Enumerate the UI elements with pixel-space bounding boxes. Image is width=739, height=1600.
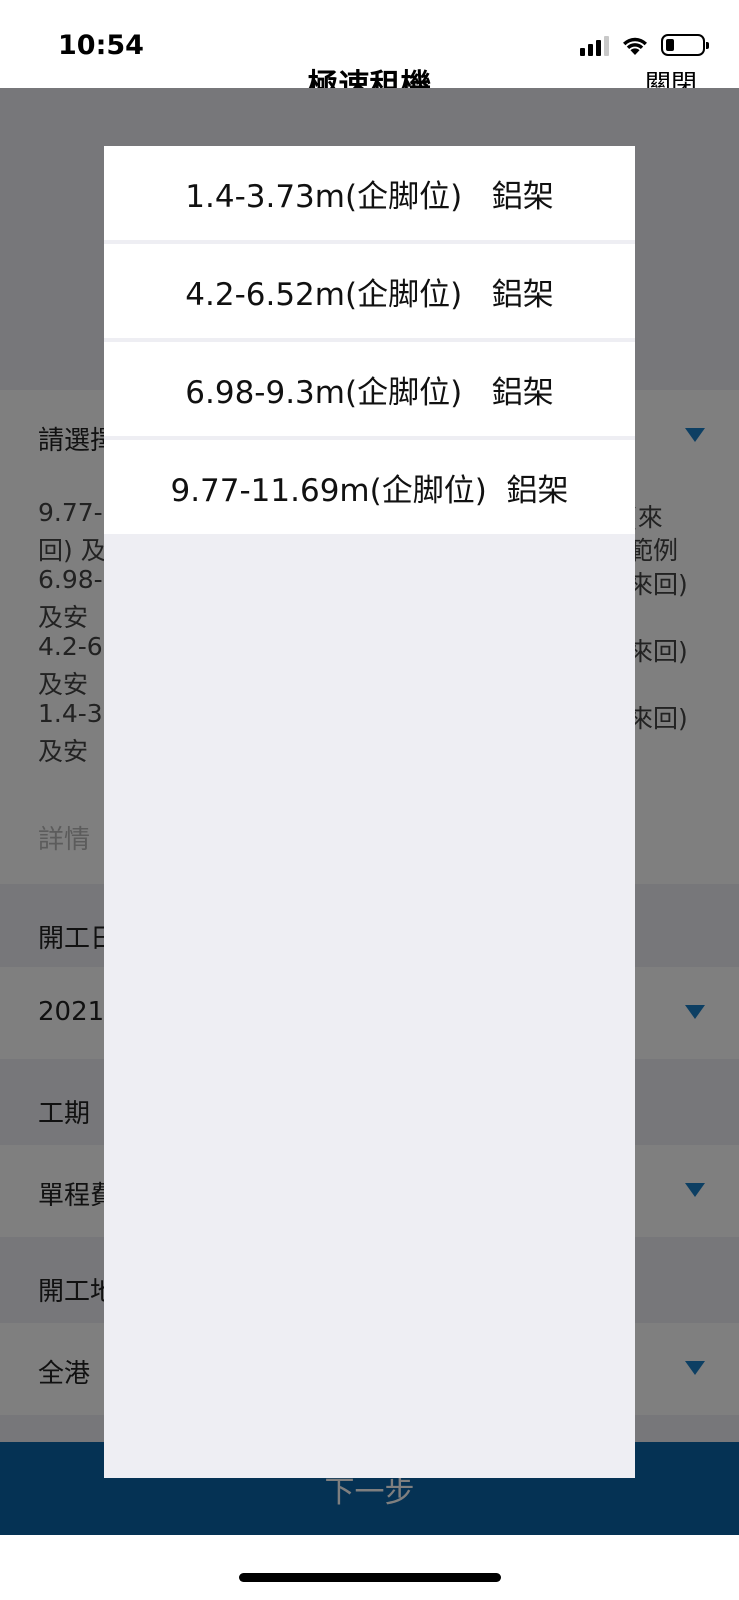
battery-icon [661,34,709,56]
signal-icon [580,34,609,56]
picker-option[interactable]: 9.77-11.69m(企脚位) 鋁架 [104,440,635,534]
picker-option[interactable]: 6.98-9.3m(企脚位) 鋁架 [104,342,635,436]
option-picker: 1.4-3.73m(企脚位) 鋁架 4.2-6.52m(企脚位) 鋁架 6.98… [104,146,635,1478]
picker-option[interactable]: 1.4-3.73m(企脚位) 鋁架 [104,146,635,240]
screen: 10:54 極速租機 關閉 請選擇 9.77- 回) 及 6.98- 及安 4.… [0,0,739,1600]
wifi-icon [623,37,647,55]
home-indicator[interactable] [239,1573,501,1582]
status-time: 10:54 [58,30,144,61]
picker-option[interactable]: 4.2-6.52m(企脚位) 鋁架 [104,244,635,338]
status-icons [580,34,709,56]
